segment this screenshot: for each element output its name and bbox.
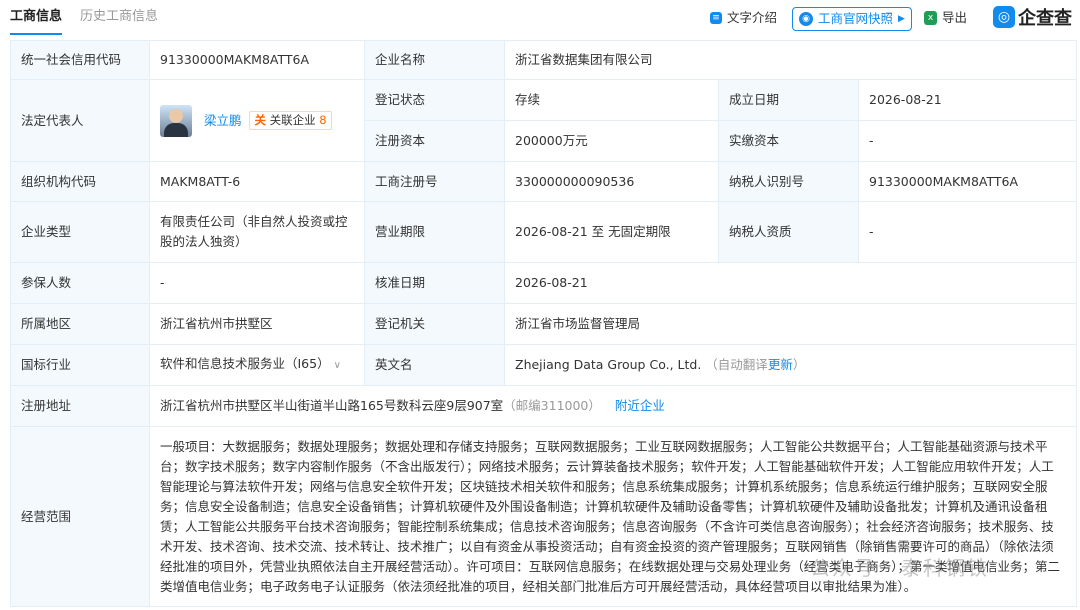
excel-icon: x (924, 11, 937, 25)
english-name-label: 英文名 (364, 344, 505, 386)
credit-code-label: 统一社会信用代码 (10, 40, 150, 80)
reg-capital-value: 200000万元 (504, 120, 719, 162)
approve-date-label: 核准日期 (364, 262, 505, 304)
region-label: 所属地区 (10, 303, 150, 345)
table-row: 参保人数 - 核准日期 2026-08-21 (10, 262, 1078, 304)
table-row: 统一社会信用代码 91330000MAKM8ATT6A 企业名称 浙江省数据集团… (10, 40, 1078, 80)
business-info-table: 统一社会信用代码 91330000MAKM8ATT6A 企业名称 浙江省数据集团… (10, 40, 1078, 607)
table-row: 企业类型 有限责任公司（非自然人投资或控股的法人独资） 营业期限 2026-08… (10, 201, 1078, 263)
company-type-value: 有限责任公司（非自然人投资或控股的法人独资） (149, 201, 365, 263)
biz-reg-label: 工商注册号 (364, 161, 505, 202)
reg-status-value: 存续 (504, 79, 719, 121)
company-name-label: 企业名称 (364, 40, 505, 80)
export-button[interactable]: x 导出 (924, 7, 967, 29)
auto-translate-close: ） (792, 357, 806, 372)
taxpayer-qual-value: - (857, 201, 1078, 263)
table-row: 注册地址 浙江省杭州市拱墅区半山街道半山路165号数科云座9层907室（邮编31… (10, 385, 1078, 427)
authority-value: 浙江省市场监督管理局 (503, 303, 1078, 345)
snapshot-button[interactable]: ◉ 工商官网快照 ▶ (792, 7, 912, 31)
related-company-badge[interactable]: 关 关联企业 8 (249, 111, 332, 130)
taxpayer-id-value: 91330000MAKM8ATT6A (857, 161, 1078, 202)
related-count: 8 (319, 113, 327, 127)
taxpayer-qual-label: 纳税人资质 (718, 201, 859, 263)
taxpayer-id-label: 纳税人识别号 (718, 161, 859, 202)
logo-text: 企查查 (1018, 8, 1072, 29)
english-name-cell: Zhejiang Data Group Co., Ltd. （自动翻译更新） (503, 344, 1078, 386)
text-intro-label: 文字介绍 (727, 10, 778, 25)
address-label: 注册地址 (10, 385, 150, 427)
industry-cell[interactable]: 软件和信息技术服务业（I65） ∨ (149, 344, 365, 386)
top-bar: 工商信息 历史工商信息 ≡ 文字介绍 ◉ 工商官网快照 ▶ x 导出 ◎ 企查查 (0, 0, 1080, 36)
camera-icon: ◉ (799, 12, 813, 26)
table-row: 组织机构代码 MAKM8ATT-6 工商注册号 330000000090536 … (10, 161, 1078, 202)
snapshot-label: 工商官网快照 (818, 11, 894, 26)
chevron-down-icon[interactable]: ∨ (334, 360, 341, 371)
paid-capital-label: 实缴资本 (718, 120, 859, 162)
nearby-companies-link[interactable]: 附近企业 (615, 398, 665, 413)
org-code-value: MAKM8ATT-6 (149, 161, 365, 202)
auto-translate-note: （自动翻译 (705, 357, 768, 372)
credit-code-value: 91330000MAKM8ATT6A (149, 40, 365, 80)
tab-history-info[interactable]: 历史工商信息 (80, 0, 158, 36)
found-date-value: 2026-08-21 (857, 79, 1078, 121)
postcode: （邮编311000） (503, 398, 601, 413)
table-row: 所属地区 浙江省杭州市拱墅区 登记机关 浙江省市场监督管理局 (10, 303, 1078, 345)
tab-business-info[interactable]: 工商信息 (10, 0, 63, 35)
paid-capital-value: - (857, 120, 1078, 162)
qichacha-logo: ◎ 企查查 (993, 4, 1072, 30)
approve-date-value: 2026-08-21 (503, 262, 1078, 304)
found-date-label: 成立日期 (718, 79, 859, 121)
legal-rep-label: 法定代表人 (10, 79, 150, 162)
avatar[interactable] (160, 104, 192, 137)
text-intro-button[interactable]: ≡ 文字介绍 (710, 7, 777, 29)
industry-value: 软件和信息技术服务业（I65） (160, 356, 330, 371)
legal-rep-name-link[interactable]: 梁立鹏 (204, 113, 242, 128)
company-type-label: 企业类型 (10, 201, 150, 263)
insured-value: - (149, 262, 365, 304)
update-link[interactable]: 更新 (768, 357, 793, 372)
table-row: 国标行业 软件和信息技术服务业（I65） ∨ 英文名 Zhejiang Data… (10, 344, 1078, 386)
insured-label: 参保人数 (10, 262, 150, 304)
address-value: 浙江省杭州市拱墅区半山街道半山路165号数科云座9层907室 (160, 398, 504, 413)
scope-label: 经营范围 (10, 426, 150, 607)
legal-rep-cell: 梁立鹏 关 关联企业 8 (149, 79, 365, 162)
company-name-value: 浙江省数据集团有限公司 (503, 40, 1078, 80)
region-value: 浙江省杭州市拱墅区 (149, 303, 365, 345)
related-icon: 关 (254, 113, 266, 127)
biz-reg-value: 330000000090536 (504, 161, 719, 202)
logo-mark-icon: ◎ (993, 6, 1015, 28)
arrow-right-icon: ▶ (898, 14, 905, 24)
watermark: 公众号 · 泰科钢铁 (810, 556, 990, 580)
business-term-label: 营业期限 (364, 201, 505, 263)
export-label: 导出 (942, 10, 968, 25)
org-code-label: 组织机构代码 (10, 161, 150, 202)
document-icon: ≡ (710, 12, 722, 24)
industry-label: 国标行业 (10, 344, 150, 386)
authority-label: 登记机关 (364, 303, 505, 345)
reg-capital-label: 注册资本 (364, 120, 505, 162)
table-row: 法定代表人 梁立鹏 关 关联企业 8 登记状态 存续 成立日期 2026-08-… (10, 79, 1078, 162)
english-name-value: Zhejiang Data Group Co., Ltd. (515, 357, 702, 372)
reg-status-label: 登记状态 (364, 79, 505, 121)
related-label: 关联企业 (269, 113, 316, 127)
business-term-value: 2026-08-21 至 无固定期限 (504, 201, 719, 263)
address-cell: 浙江省杭州市拱墅区半山街道半山路165号数科云座9层907室（邮编311000）… (148, 385, 1078, 427)
